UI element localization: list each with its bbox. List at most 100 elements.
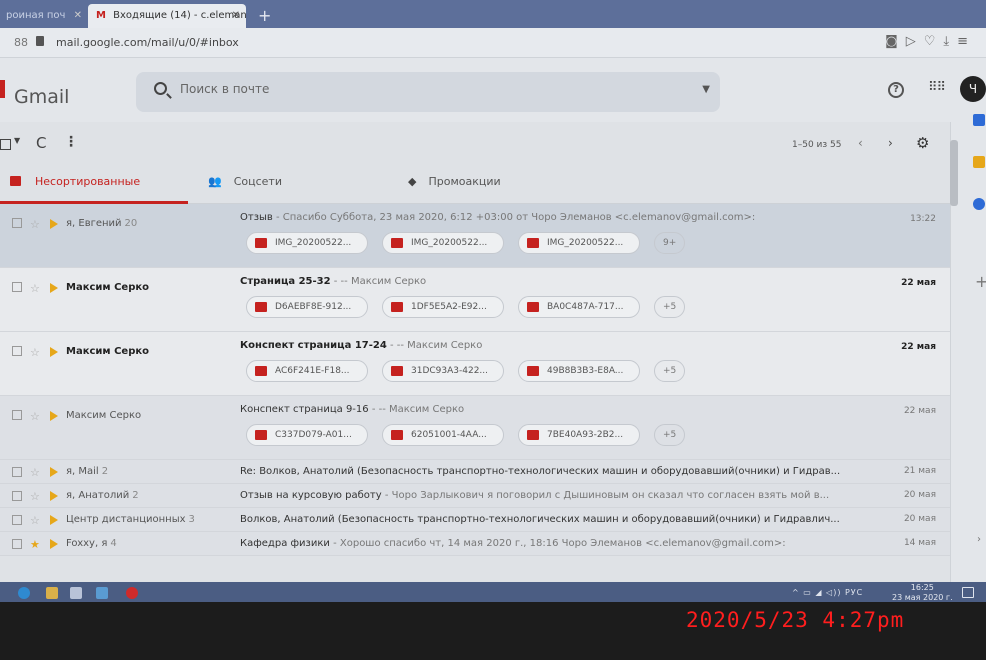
importance-icon[interactable] (50, 491, 58, 501)
importance-icon[interactable] (50, 219, 58, 229)
row-checkbox[interactable] (12, 218, 22, 228)
attachment-chip[interactable]: 49B8B3B3-E8A... (518, 360, 640, 382)
attachment-chip[interactable]: D6AEBF8E-912... (246, 296, 368, 318)
date: 21 мая (903, 466, 936, 476)
keep-icon[interactable] (973, 156, 985, 168)
url-field[interactable]: mail.google.com/mail/u/0/#inbox (56, 36, 239, 49)
tab-social[interactable]: 👥 Соцсети (208, 162, 408, 204)
page-range: 1–50 из 55 (792, 140, 842, 150)
table-row[interactable]: ☆ Центр дистанционных 3 Волков, Анатолий … (0, 508, 950, 532)
next-page-icon[interactable]: › (888, 136, 893, 150)
attachment-chip[interactable]: 31DC93A3-422... (382, 360, 504, 382)
help-icon[interactable]: ? (888, 82, 904, 98)
browser-toolbar-icons[interactable]: ◙▷♡⤓≡ (885, 34, 976, 49)
more-attachments[interactable]: +5 (654, 360, 686, 382)
star-icon[interactable]: ☆ (30, 346, 40, 359)
attachment-chip[interactable]: BA0C487A-717... (518, 296, 640, 318)
expand-panel-icon[interactable]: › (977, 534, 981, 545)
row-checkbox[interactable] (12, 410, 22, 420)
star-icon[interactable]: ☆ (30, 514, 40, 527)
row-checkbox[interactable] (12, 515, 22, 525)
attachment-chip[interactable]: IMG_20200522... (518, 232, 640, 254)
avatar[interactable]: Ч (960, 76, 986, 102)
row-checkbox[interactable] (12, 491, 22, 501)
sender: Foxxy, я4 (66, 538, 117, 549)
settings-icon[interactable]: ⚙ (916, 134, 929, 152)
importance-icon[interactable] (50, 539, 58, 549)
table-row[interactable]: ☆ Максим Серко Конспект страница 9-16 - … (0, 396, 950, 460)
file-explorer-icon[interactable] (46, 587, 58, 599)
select-dropdown-icon[interactable]: ▼ (14, 136, 20, 145)
apps-icon[interactable]: ⠿⠿ (928, 80, 946, 95)
new-tab-button[interactable]: + (252, 4, 272, 28)
system-tray[interactable]: ^ ▭ ◢ ◁)) РУС (792, 588, 863, 597)
row-checkbox[interactable] (12, 539, 22, 549)
table-row[interactable]: ☆ я, Анатолий 2 Отзыв на курсовую работу … (0, 484, 950, 508)
star-icon[interactable]: ☆ (30, 490, 40, 503)
attachment-chip[interactable]: AC6F241E-F18... (246, 360, 368, 382)
search-icon[interactable] (154, 82, 167, 95)
star-icon[interactable]: ☆ (30, 410, 40, 423)
importance-icon[interactable] (50, 347, 58, 357)
table-row[interactable]: ☆ я, Mail 2 Re: Волков, Анатолий (Безопас… (0, 460, 950, 484)
select-all-checkbox[interactable] (0, 139, 11, 150)
speed-dial-icon[interactable]: 88 (14, 36, 28, 49)
table-row[interactable]: ☆ Максим Серко Страница 25-32 - -- Макси… (0, 268, 950, 332)
importance-icon[interactable] (50, 283, 58, 293)
importance-icon[interactable] (50, 515, 58, 525)
attachment-chip[interactable]: 7BE40A93-2B2... (518, 424, 640, 446)
subject-line: Re: Волков, Анатолий (Безопасность транс… (240, 466, 900, 477)
browser-tab-other[interactable]: роиная поч ✕ (0, 4, 88, 28)
star-icon[interactable]: ★ (30, 538, 40, 551)
search-bar[interactable]: ▼ (136, 72, 720, 112)
calendar-icon[interactable] (973, 114, 985, 126)
more-options-icon[interactable]: ⋮ (64, 134, 78, 150)
clock-date: 23 мая 2020 г. (892, 593, 953, 602)
table-row[interactable]: ☆ я, Евгений 20 Отзыв - Спасибо Суббота, … (0, 204, 950, 268)
importance-icon[interactable] (50, 467, 58, 477)
thread-count: 4 (110, 538, 117, 549)
add-addon-icon[interactable]: + (975, 272, 986, 291)
table-row[interactable]: ★ Foxxy, я4 Кафедра физики - Хорошо спас… (0, 532, 950, 556)
lock-icon[interactable] (36, 36, 44, 46)
row-checkbox[interactable] (12, 282, 22, 292)
attachment-chip[interactable]: IMG_20200522... (382, 232, 504, 254)
scrollbar[interactable] (950, 140, 958, 206)
subject-line: Кафедра физики - Хорошо спасибо чт, 14 м… (240, 538, 900, 549)
app-icon[interactable] (96, 587, 108, 599)
attachment-chip[interactable]: C337D079-A01... (246, 424, 368, 446)
attachment-chip[interactable]: 1DF5E5A2-E92... (382, 296, 504, 318)
attachment-chip[interactable]: 62051001-4AA... (382, 424, 504, 446)
search-input[interactable] (180, 82, 660, 96)
tasks-icon[interactable] (973, 198, 985, 210)
more-attachments[interactable]: 9+ (654, 232, 686, 254)
importance-icon[interactable] (50, 411, 58, 421)
sender: я, Mail 2 (66, 466, 109, 477)
store-icon[interactable] (70, 587, 82, 599)
tab-primary[interactable]: Несортированные (0, 162, 188, 204)
tab-close-icon[interactable]: ✕ (74, 4, 82, 28)
refresh-icon[interactable]: C (36, 134, 46, 152)
gmail-logo[interactable]: Gmail (14, 86, 69, 108)
sender: я, Анатолий 2 (66, 490, 139, 501)
browser-tab-gmail[interactable]: M Входящие (14) - c.elemanc ✕ (88, 4, 246, 28)
tab-label: Промоакции (428, 175, 501, 188)
row-checkbox[interactable] (12, 467, 22, 477)
star-icon[interactable]: ☆ (30, 282, 40, 295)
attachment-chip[interactable]: IMG_20200522... (246, 232, 368, 254)
row-checkbox[interactable] (12, 346, 22, 356)
taskbar-clock[interactable]: 16:25 23 мая 2020 г. (892, 583, 953, 602)
table-row[interactable]: ☆ Максим Серко Конспект страница 17-24 -… (0, 332, 950, 396)
tab-promotions[interactable]: ◆ Промоакции (408, 162, 608, 204)
tab-close-icon[interactable]: ✕ (232, 4, 240, 28)
star-icon[interactable]: ☆ (30, 218, 40, 231)
opera-icon[interactable] (126, 587, 138, 599)
star-icon[interactable]: ☆ (30, 466, 40, 479)
prev-page-icon[interactable]: ‹ (858, 136, 863, 150)
edge-icon[interactable] (18, 587, 30, 599)
more-attachments[interactable]: +5 (654, 424, 686, 446)
more-attachments[interactable]: +5 (654, 296, 686, 318)
notifications-icon[interactable] (962, 587, 974, 598)
search-options-icon[interactable]: ▼ (702, 84, 710, 95)
subject-line: Волков, Анатолий (Безопасность транспорт… (240, 514, 900, 525)
